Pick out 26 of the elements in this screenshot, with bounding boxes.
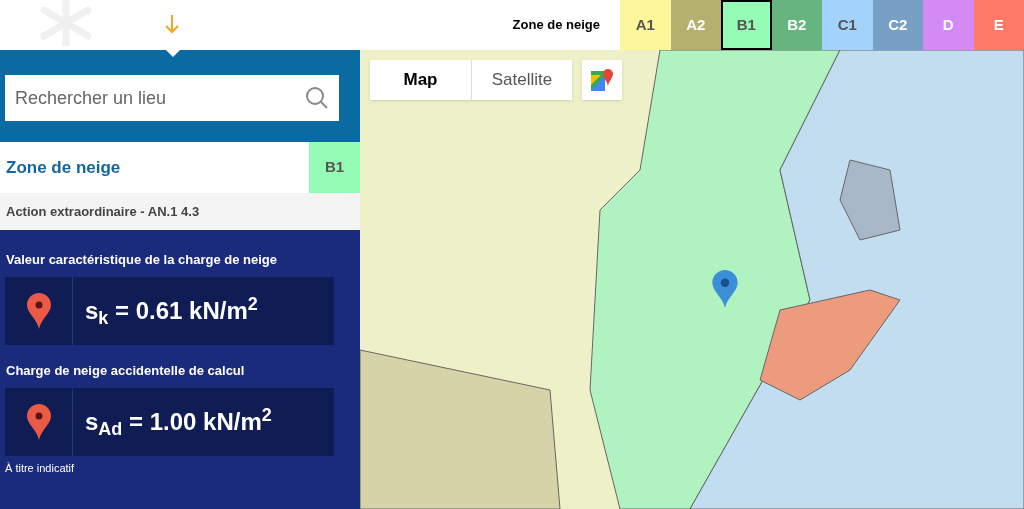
note: À titre indicatif: [5, 461, 76, 476]
result-label: Valeur caractéristique de la charge de neige: [5, 251, 278, 269]
location-marker-icon[interactable]: [712, 270, 738, 308]
result-label: Charge de neige accidentelle de calcul: [5, 362, 246, 380]
zone-chip[interactable]: E: [973, 0, 1024, 50]
maps-logo-icon[interactable]: [589, 67, 615, 93]
zone-result-label: Zone de neige: [5, 156, 122, 179]
subtitle: Action extraordinaire - AN.1 4.3: [6, 202, 200, 221]
zone-chip[interactable]: C2: [872, 0, 923, 50]
search-field[interactable]: Rechercher un lieu: [5, 75, 339, 121]
zone-chip[interactable]: B1: [721, 0, 772, 50]
zone-chip[interactable]: B2: [771, 0, 822, 50]
legend-title: Zone de neige: [512, 16, 600, 35]
zone-result-badge: B1: [309, 142, 360, 193]
down-arrow-icon[interactable]: [164, 14, 180, 34]
zone-chip[interactable]: D: [923, 0, 974, 50]
map-pin-icon: [26, 403, 51, 441]
result-value: s$_{k}$ = 0.61 kN/m$^{2}$: [84, 293, 258, 329]
pointer-notch: [165, 49, 181, 57]
zone-chip[interactable]: A1: [620, 0, 671, 50]
map-pin-icon: [26, 292, 51, 330]
result-value: s$_{Ad}$ = 1.00 kN/m$^{2}$: [84, 404, 272, 440]
map-type-tab[interactable]: Satellite: [471, 60, 572, 100]
map-type-tab[interactable]: Map: [370, 60, 471, 100]
zone-chip[interactable]: C1: [822, 0, 873, 50]
search-icon[interactable]: [305, 86, 329, 110]
